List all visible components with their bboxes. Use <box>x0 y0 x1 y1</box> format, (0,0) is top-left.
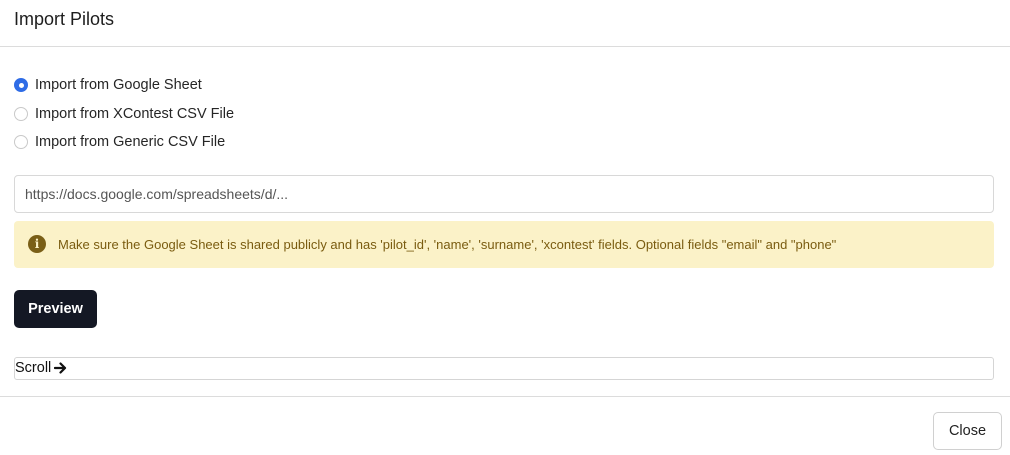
import-source-radio-group: Import from Google Sheet Import from XCo… <box>14 47 994 157</box>
info-circle-icon: i <box>28 235 46 253</box>
info-alert: i Make sure the Google Sheet is shared p… <box>14 220 994 268</box>
modal-body: Import from Google Sheet Import from XCo… <box>0 47 1010 380</box>
radio-option-xcontest-csv[interactable]: Import from XContest CSV File <box>14 100 994 129</box>
radio-label-xcontest-csv: Import from XContest CSV File <box>35 105 235 122</box>
scroll-container[interactable]: Scroll <box>14 356 994 380</box>
import-pilots-modal: Import Pilots Import from Google Sheet I… <box>0 0 1010 455</box>
radio-button-generic-csv[interactable] <box>14 135 28 150</box>
radio-button-xcontest-csv[interactable] <box>14 106 28 121</box>
radio-label-google-sheet: Import from Google Sheet <box>35 77 202 94</box>
arrow-right-icon <box>54 362 67 374</box>
modal-header: Import Pilots <box>0 0 1010 47</box>
preview-button[interactable]: Preview <box>14 289 97 328</box>
close-button[interactable]: Close <box>933 412 1002 450</box>
radio-option-google-sheet[interactable]: Import from Google Sheet <box>14 71 994 100</box>
modal-title: Import Pilots <box>14 9 115 29</box>
modal-footer: Close <box>0 396 1010 455</box>
google-sheet-url-input[interactable] <box>14 174 994 213</box>
scroll-label: Scroll <box>15 360 52 376</box>
alert-message: Make sure the Google Sheet is shared pub… <box>58 236 837 252</box>
radio-label-generic-csv: Import from Generic CSV File <box>35 134 226 151</box>
radio-option-generic-csv[interactable]: Import from Generic CSV File <box>14 128 994 157</box>
radio-button-google-sheet[interactable] <box>14 78 28 93</box>
